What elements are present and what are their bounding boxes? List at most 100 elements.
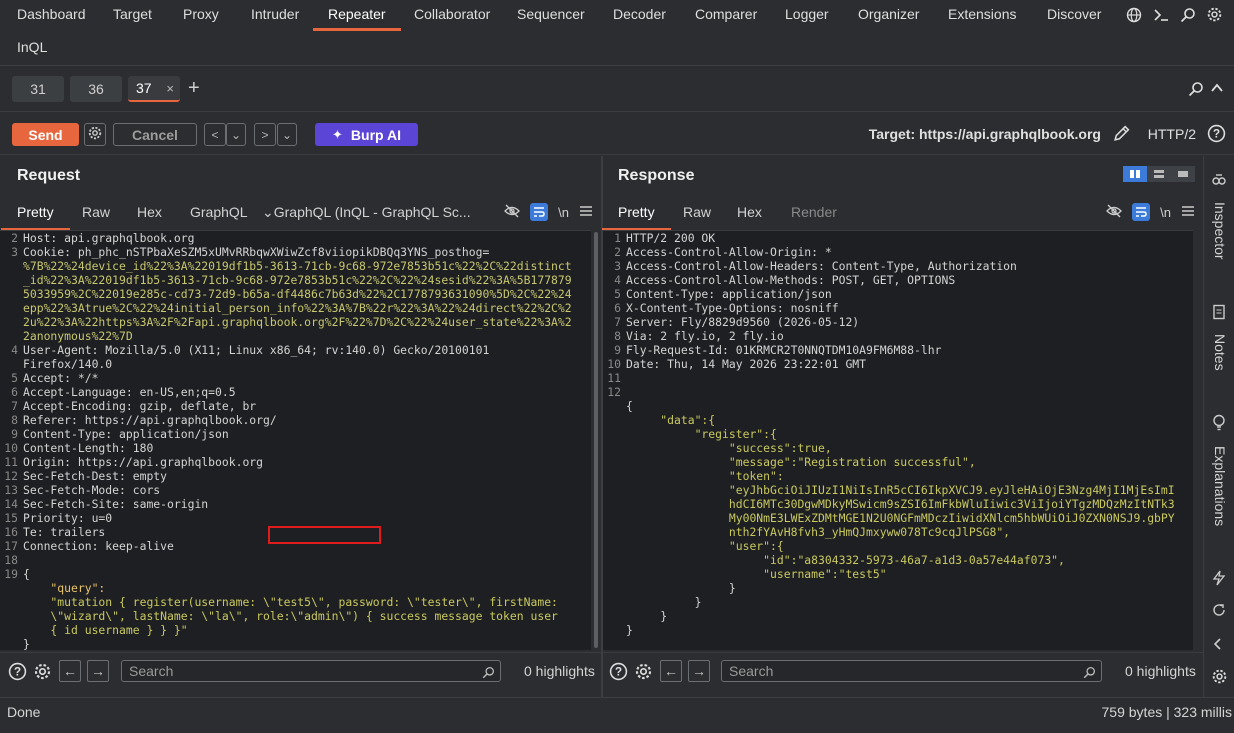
request-line: 18 (3, 553, 587, 567)
menu-icon[interactable] (1181, 204, 1195, 220)
search-icon[interactable] (1178, 5, 1197, 24)
settings-icon[interactable] (33, 662, 52, 684)
line-number (606, 413, 626, 427)
nav-tab-logger[interactable]: Logger (785, 0, 829, 31)
line-text: "mutation { register(username: \"test5\"… (23, 595, 558, 609)
tab-pretty[interactable]: Pretty (602, 204, 670, 230)
arrow-right-icon[interactable]: → (688, 660, 710, 682)
sidebar-item-notes[interactable]: Notes (1212, 334, 1228, 371)
nav-tab-extensions[interactable]: Extensions (948, 0, 1016, 31)
nav-tab-discover[interactable]: Discover (1047, 0, 1101, 31)
send-options-button[interactable] (84, 123, 106, 146)
chevron-up-icon[interactable] (1210, 81, 1224, 98)
tab-pretty[interactable]: Pretty (1, 204, 69, 230)
lightbulb-icon[interactable] (1211, 414, 1227, 434)
arrow-left-icon[interactable]: ← (59, 660, 81, 682)
nav-tab-organizer[interactable]: Organizer (858, 0, 919, 31)
tab-raw[interactable]: Raw (82, 204, 110, 220)
repeater-tab-31[interactable]: 31 (12, 76, 64, 102)
response-scrollbar[interactable] (1193, 230, 1203, 650)
lightning-icon[interactable] (1211, 570, 1227, 589)
menu-icon[interactable] (579, 204, 593, 220)
previous-dropdown[interactable]: ⌄ (226, 123, 246, 146)
request-line: 5 Accept: */* (3, 371, 587, 385)
previous-button[interactable]: < (204, 123, 226, 146)
settings-icon[interactable] (1205, 5, 1224, 24)
line-text: } (626, 595, 702, 609)
scroll-thumb[interactable] (594, 232, 598, 648)
response-editor[interactable]: 1 HTTP/2 200 OK 2 Access-Control-Allow-Orig… (603, 230, 1193, 650)
protocol-label[interactable]: HTTP/2 (1148, 126, 1196, 142)
help-icon[interactable]: ? (1207, 124, 1226, 146)
response-line: 8 Via: 2 fly.io, 2 fly.io (606, 329, 1189, 343)
request-view-tabs: Pretty Raw Hex GraphQL ⌄GraphQL (InQL - … (0, 198, 601, 230)
cancel-button[interactable]: Cancel (113, 123, 197, 146)
nav-tab-repeater[interactable]: Repeater (313, 0, 401, 31)
add-tab-button[interactable]: + (188, 77, 200, 100)
line-text: HTTP/2 200 OK (626, 231, 716, 245)
wrap-lines-icon[interactable] (530, 203, 549, 221)
request-code[interactable]: 2 Host: api.graphqlbook.org 3 Cookie: ph_ph… (3, 231, 587, 650)
settings-icon[interactable] (634, 662, 653, 684)
globe-icon[interactable] (1124, 5, 1143, 24)
hide-icon[interactable] (504, 204, 521, 221)
help-icon[interactable]: ? (8, 662, 27, 684)
chevron-left-icon[interactable] (1211, 637, 1225, 654)
next-dropdown[interactable]: ⌄ (277, 123, 297, 146)
settings-icon[interactable] (1211, 668, 1228, 688)
split-horizontal-icon[interactable] (1123, 166, 1147, 182)
request-line: Firefox/140.0 (3, 357, 587, 371)
next-button[interactable]: > (254, 123, 276, 146)
tab-raw[interactable]: Raw (683, 204, 711, 220)
line-text: My00NmE3LWExZDMtMGE1N2U0NGFmMDczIiwidXNl… (626, 511, 1175, 525)
close-icon[interactable]: × (166, 81, 174, 96)
nav-tab-inql[interactable]: InQL (17, 39, 47, 55)
newline-toggle[interactable]: \n (1160, 205, 1171, 220)
notes-icon[interactable] (1211, 304, 1227, 323)
repeater-tab-37[interactable]: 37 × (128, 76, 180, 102)
nav-tab-sequencer[interactable]: Sequencer (517, 0, 585, 31)
tab-graphql[interactable]: GraphQL (190, 204, 248, 220)
nav-tab-target[interactable]: Target (113, 0, 152, 31)
nav-tab-intruder[interactable]: Intruder (251, 0, 299, 31)
single-pane-icon[interactable] (1171, 166, 1195, 182)
help-icon[interactable]: ? (609, 662, 628, 684)
nav-tab-collaborator[interactable]: Collaborator (414, 0, 490, 31)
request-editor[interactable]: 2 Host: api.graphqlbook.org 3 Cookie: ph_ph… (0, 230, 591, 650)
nav-tab-dashboard[interactable]: Dashboard (17, 0, 86, 31)
tab-hex[interactable]: Hex (737, 204, 762, 220)
request-line: 5033959%2C%22019e285c-cd73-72d9-b65a-df4… (3, 287, 587, 301)
inspector-icon[interactable] (1211, 172, 1227, 191)
tab-render[interactable]: Render (791, 204, 837, 220)
repeater-tab-36[interactable]: 36 (70, 76, 122, 102)
hide-icon[interactable] (1106, 204, 1123, 221)
tab-hex[interactable]: Hex (137, 204, 162, 220)
request-search-input[interactable] (121, 660, 501, 682)
nav-tab-proxy[interactable]: Proxy (183, 0, 219, 31)
line-number: 4 (614, 273, 621, 287)
arrow-left-icon[interactable]: ← (660, 660, 682, 682)
line-number (606, 483, 626, 497)
nav-tab-decoder[interactable]: Decoder (613, 0, 666, 31)
split-vertical-icon[interactable] (1147, 166, 1171, 182)
search-icon[interactable] (1188, 81, 1204, 100)
sidebar-item-explanations[interactable]: Explanations (1212, 446, 1228, 526)
response-line: 3 Access-Control-Allow-Headers: Content-T… (606, 259, 1189, 273)
tab-inql-graphql[interactable]: ⌄GraphQL (InQL - GraphQL Sc... (262, 204, 471, 221)
wrap-lines-icon[interactable] (1132, 203, 1151, 221)
burp-ai-button[interactable]: ✦ Burp AI (315, 123, 418, 146)
request-scrollbar[interactable] (591, 230, 601, 650)
sidebar-item-inspector[interactable]: Inspector (1212, 202, 1228, 260)
response-search-input[interactable] (721, 660, 1102, 682)
arrow-right-icon[interactable]: → (87, 660, 109, 682)
refresh-icon[interactable] (1211, 602, 1227, 621)
nav-tab-comparer[interactable]: Comparer (695, 0, 757, 31)
terminal-icon[interactable] (1151, 5, 1170, 24)
line-number (606, 497, 626, 511)
edit-icon[interactable] (1112, 124, 1131, 146)
line-text: Date: Thu, 14 May 2026 23:22:01 GMT (626, 357, 867, 371)
response-code[interactable]: 1 HTTP/2 200 OK 2 Access-Control-Allow-Orig… (606, 231, 1189, 637)
send-button[interactable]: Send (12, 123, 79, 146)
newline-toggle[interactable]: \n (558, 205, 569, 220)
request-line: 3 Cookie: ph_phc_nSTPbaXeSZM5xUMvRRbqwXWi… (3, 245, 587, 259)
